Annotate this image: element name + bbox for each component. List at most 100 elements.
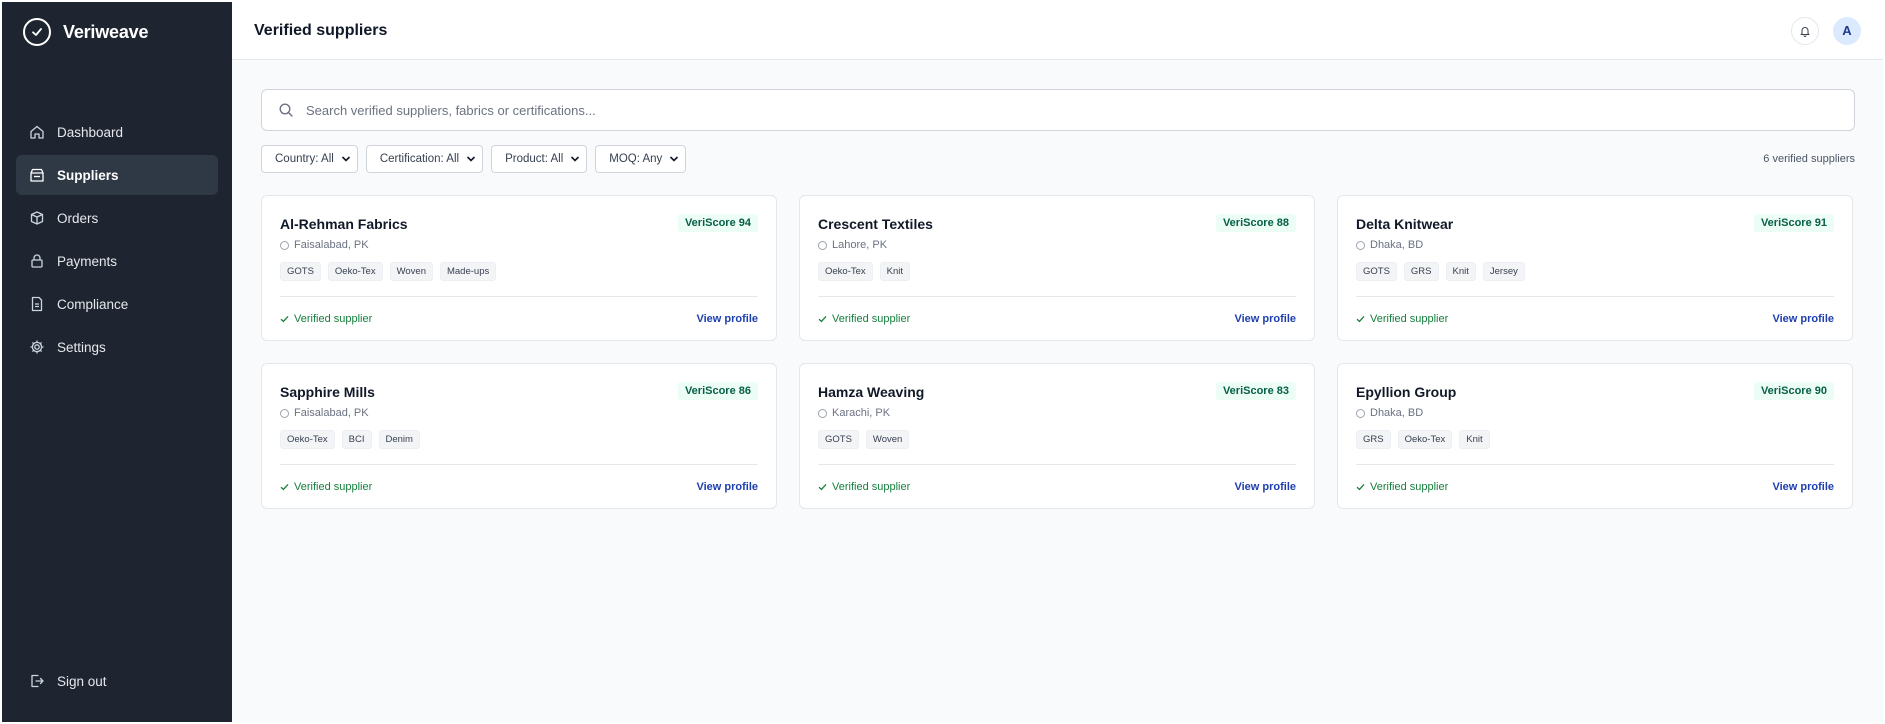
country-filter[interactable]: Country: All (261, 145, 358, 173)
chevron-down-icon (669, 155, 679, 163)
verified-status: Verified supplier (280, 313, 372, 325)
product-filter[interactable]: Product: All (491, 145, 588, 173)
sign-out-button[interactable]: Sign out (16, 661, 218, 701)
check-icon (818, 315, 827, 323)
tag-list: Oeko-Tex BCI Denim (280, 430, 758, 449)
sidebar-item-suppliers[interactable]: Suppliers (16, 155, 218, 195)
top-bar-actions: A (1791, 16, 1861, 45)
view-profile-link[interactable]: View profile (1772, 313, 1834, 325)
certification-tag: GOTS (1356, 262, 1397, 281)
veriscore-badge: VeriScore 83 (1215, 382, 1296, 400)
card-header: Crescent Textiles VeriScore 88 (818, 214, 1296, 232)
document-icon (29, 296, 45, 312)
notifications-button[interactable] (1791, 16, 1819, 45)
check-icon (280, 483, 289, 491)
veriscore-badge: VeriScore 91 (1753, 214, 1834, 232)
lock-icon (29, 253, 45, 269)
supplier-name: Delta Knitwear (1356, 216, 1454, 232)
veriscore-badge: VeriScore 88 (1215, 214, 1296, 232)
verified-label: Verified supplier (294, 480, 373, 493)
supplier-card[interactable]: Al-Rehman Fabrics VeriScore 94 Faisalaba… (261, 195, 777, 341)
page-title: Verified suppliers (254, 21, 388, 39)
supplier-location: Lahore, PK (818, 239, 1296, 251)
certification-tag: Woven (865, 430, 910, 449)
supplier-location: Faisalabad, PK (280, 239, 758, 251)
verified-label: Verified supplier (1370, 312, 1449, 325)
avatar[interactable]: A (1833, 16, 1861, 45)
verified-label: Verified supplier (1370, 480, 1449, 493)
sidebar-item-compliance[interactable]: Compliance (16, 284, 218, 324)
supplier-card[interactable]: Sapphire Mills VeriScore 86 Faisalabad, … (261, 363, 777, 509)
veriscore-badge: VeriScore 90 (1753, 382, 1834, 400)
main-area: Verified suppliers A C (232, 2, 1883, 722)
certification-tag: GRS (1356, 430, 1391, 449)
search-input[interactable] (306, 102, 1854, 118)
sign-out-icon (29, 673, 45, 689)
sidebar-item-label: Settings (57, 339, 106, 355)
location-pin-icon (280, 408, 289, 418)
card-footer: Verified supplier View profile (1356, 296, 1834, 340)
view-profile-link[interactable]: View profile (696, 481, 758, 493)
supplier-name: Crescent Textiles (818, 216, 933, 232)
location-pin-icon (1356, 240, 1365, 250)
sidebar-item-settings[interactable]: Settings (16, 327, 218, 367)
location-text: Faisalabad, PK (294, 239, 369, 251)
check-circle-icon (23, 18, 51, 46)
brand[interactable]: Veriweave (2, 2, 232, 62)
tag-list: Oeko-Tex Knit (818, 262, 1296, 281)
sign-out-label: Sign out (57, 673, 107, 689)
veriscore-badge: VeriScore 94 (677, 214, 758, 232)
certification-tag: Knit (879, 262, 911, 281)
moq-filter[interactable]: MOQ: Any (595, 145, 687, 173)
verified-label: Verified supplier (294, 312, 373, 325)
supplier-card[interactable]: Crescent Textiles VeriScore 88 Lahore, P… (799, 195, 1315, 341)
supplier-grid: Al-Rehman Fabrics VeriScore 94 Faisalaba… (261, 195, 1855, 509)
certification-tag: Jersey (1482, 262, 1525, 281)
supplier-card[interactable]: Delta Knitwear VeriScore 91 Dhaka, BD GO… (1337, 195, 1853, 341)
card-footer: Verified supplier View profile (280, 464, 758, 508)
brand-name: Veriweave (63, 21, 149, 42)
tag-list: GOTS Oeko-Tex Woven Made-ups (280, 262, 758, 281)
certification-tag: BCI (341, 430, 372, 449)
filter-label: Certification: All (379, 153, 460, 165)
verified-status: Verified supplier (1356, 481, 1448, 493)
verified-status: Verified supplier (818, 481, 910, 493)
sidebar-item-orders[interactable]: Orders (16, 198, 218, 238)
check-icon (1356, 483, 1365, 491)
supplier-location: Dhaka, BD (1356, 239, 1834, 251)
check-icon (1356, 315, 1365, 323)
content: Country: All Certification: All Product:… (232, 60, 1883, 509)
view-profile-link[interactable]: View profile (1772, 481, 1834, 493)
search-bar (261, 89, 1855, 131)
certification-filter[interactable]: Certification: All (365, 145, 484, 173)
box-icon (29, 210, 45, 226)
supplier-name: Al-Rehman Fabrics (280, 216, 408, 232)
certification-tag: GRS (1403, 262, 1439, 281)
supplier-location: Dhaka, BD (1356, 407, 1834, 419)
veriscore-badge: VeriScore 86 (677, 382, 758, 400)
sidebar-item-dashboard[interactable]: Dashboard (16, 112, 218, 152)
card-header: Hamza Weaving VeriScore 83 (818, 382, 1296, 400)
card-header: Sapphire Mills VeriScore 86 (280, 382, 758, 400)
gear-icon (29, 339, 45, 355)
verified-label: Verified supplier (832, 480, 911, 493)
location-pin-icon (818, 240, 827, 250)
supplier-card[interactable]: Hamza Weaving VeriScore 83 Karachi, PK G… (799, 363, 1315, 509)
view-profile-link[interactable]: View profile (1234, 313, 1296, 325)
tag-list: GOTS Woven (818, 430, 1296, 449)
certification-tag: Oeko-Tex (327, 262, 383, 281)
view-profile-link[interactable]: View profile (696, 313, 758, 325)
check-icon (818, 483, 827, 491)
supplier-name: Epyllion Group (1356, 384, 1457, 400)
top-bar: Verified suppliers A (232, 2, 1883, 60)
card-footer: Verified supplier View profile (1356, 464, 1834, 508)
view-profile-link[interactable]: View profile (1234, 481, 1296, 493)
verified-status: Verified supplier (818, 313, 910, 325)
supplier-name: Sapphire Mills (280, 384, 375, 400)
supplier-card[interactable]: Epyllion Group VeriScore 90 Dhaka, BD GR… (1337, 363, 1853, 509)
location-text: Lahore, PK (832, 239, 888, 251)
filters-row: Country: All Certification: All Product:… (261, 145, 1855, 173)
sidebar-item-payments[interactable]: Payments (16, 241, 218, 281)
supplier-location: Faisalabad, PK (280, 407, 758, 419)
certification-tag: Knit (1445, 262, 1476, 281)
